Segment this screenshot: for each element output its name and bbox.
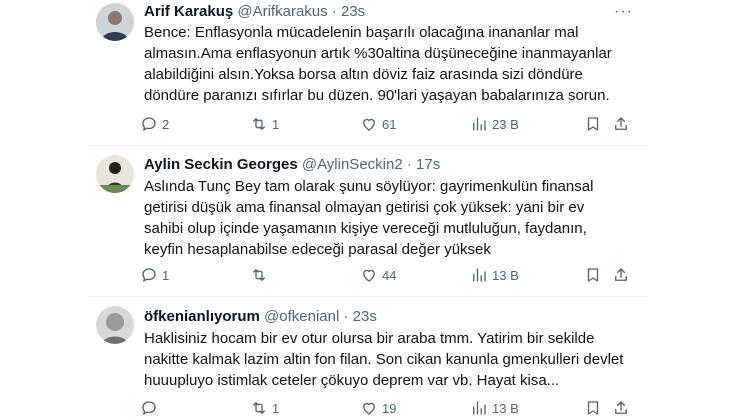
divider bbox=[88, 145, 648, 146]
like-count: 44 bbox=[382, 267, 397, 283]
retweet-icon bbox=[253, 269, 265, 281]
like-button[interactable]: 44 bbox=[360, 265, 396, 285]
author-name[interactable]: Aylin Seckin Georges bbox=[144, 156, 298, 173]
bookmark-icon bbox=[587, 268, 599, 282]
separator-dot: · bbox=[331, 3, 337, 20]
retweet-icon bbox=[253, 118, 265, 130]
like-count: 19 bbox=[382, 400, 397, 416]
bookmark-icon bbox=[587, 117, 599, 131]
views-icon bbox=[473, 117, 486, 131]
retweet-button[interactable]: 1 bbox=[250, 398, 279, 418]
reply-icon bbox=[142, 401, 156, 415]
bookmark-icon bbox=[587, 401, 599, 415]
timestamp[interactable]: 23s bbox=[341, 3, 365, 20]
avatar[interactable] bbox=[96, 155, 134, 193]
reply-count: 2 bbox=[162, 116, 170, 132]
views-button[interactable]: 13 B bbox=[470, 265, 519, 285]
action-bar: 1 44 13 B bbox=[140, 265, 640, 285]
bookmark-button[interactable] bbox=[584, 265, 602, 285]
timestamp[interactable]: 23s bbox=[353, 308, 377, 325]
views-icon bbox=[473, 268, 486, 282]
tweet-header: Aylin Seckin Georges @AylinSeckin2 · 17s bbox=[144, 156, 440, 174]
views-button[interactable]: 23 B bbox=[470, 114, 519, 134]
author-handle[interactable]: @AylinSeckin2 bbox=[302, 156, 403, 173]
views-icon bbox=[473, 401, 486, 415]
bookmark-button[interactable] bbox=[584, 114, 602, 134]
bookmark-button[interactable] bbox=[584, 398, 602, 418]
more-options-icon[interactable]: ··· bbox=[614, 3, 633, 21]
action-bar: 1 19 13 B bbox=[140, 398, 640, 418]
share-icon bbox=[615, 268, 627, 281]
separator-dot: · bbox=[406, 156, 412, 173]
reply-button[interactable] bbox=[140, 398, 162, 418]
like-button[interactable]: 61 bbox=[360, 114, 396, 134]
tweet-header: Arif Karakuş @Arifkarakus · 23s bbox=[144, 3, 365, 21]
share-button[interactable] bbox=[612, 265, 630, 285]
author-handle[interactable]: @ofkenianl bbox=[264, 308, 339, 325]
action-bar: 2 1 61 23 B bbox=[140, 114, 640, 134]
retweet-button[interactable] bbox=[250, 265, 272, 285]
view-count: 13 B bbox=[492, 400, 519, 416]
reply-count: 1 bbox=[162, 267, 170, 283]
timestamp[interactable]: 17s bbox=[416, 156, 440, 173]
views-button[interactable]: 13 B bbox=[470, 398, 519, 418]
reply-icon bbox=[142, 268, 156, 282]
divider bbox=[88, 296, 648, 297]
author-name[interactable]: Arif Karakuş bbox=[144, 3, 233, 20]
retweet-button[interactable]: 1 bbox=[250, 114, 279, 134]
share-icon bbox=[615, 401, 627, 414]
avatar[interactable] bbox=[96, 3, 134, 41]
heart-icon bbox=[363, 402, 375, 415]
retweet-icon bbox=[253, 402, 265, 414]
like-button[interactable]: 19 bbox=[360, 398, 396, 418]
reply-button[interactable]: 1 bbox=[140, 265, 169, 285]
retweet-count: 1 bbox=[272, 116, 280, 132]
tweet-header: öfkenianlıyorum @ofkenianl · 23s bbox=[144, 308, 377, 326]
tweet-text: Haklisiniz hocam bir ev otur olursa bir … bbox=[144, 330, 624, 389]
view-count: 23 B bbox=[492, 116, 519, 132]
retweet-count: 1 bbox=[272, 400, 280, 416]
separator-dot: · bbox=[343, 308, 349, 325]
avatar[interactable] bbox=[96, 306, 134, 344]
share-button[interactable] bbox=[612, 398, 630, 418]
tweet-text: Bence: Enflasyonla mücadelenin başarılı … bbox=[144, 24, 612, 104]
like-count: 61 bbox=[382, 116, 397, 132]
heart-icon bbox=[363, 118, 375, 131]
heart-icon bbox=[363, 269, 375, 282]
share-icon bbox=[615, 117, 627, 130]
share-button[interactable] bbox=[612, 114, 630, 134]
tweet-text: Aslında Tunç Bey tam olarak şunu söylüyo… bbox=[144, 178, 594, 258]
reply-button[interactable]: 2 bbox=[140, 114, 169, 134]
author-handle[interactable]: @Arifkarakus bbox=[237, 3, 327, 20]
reply-icon bbox=[142, 117, 156, 131]
author-name[interactable]: öfkenianlıyorum bbox=[144, 308, 260, 325]
view-count: 13 B bbox=[492, 267, 519, 283]
